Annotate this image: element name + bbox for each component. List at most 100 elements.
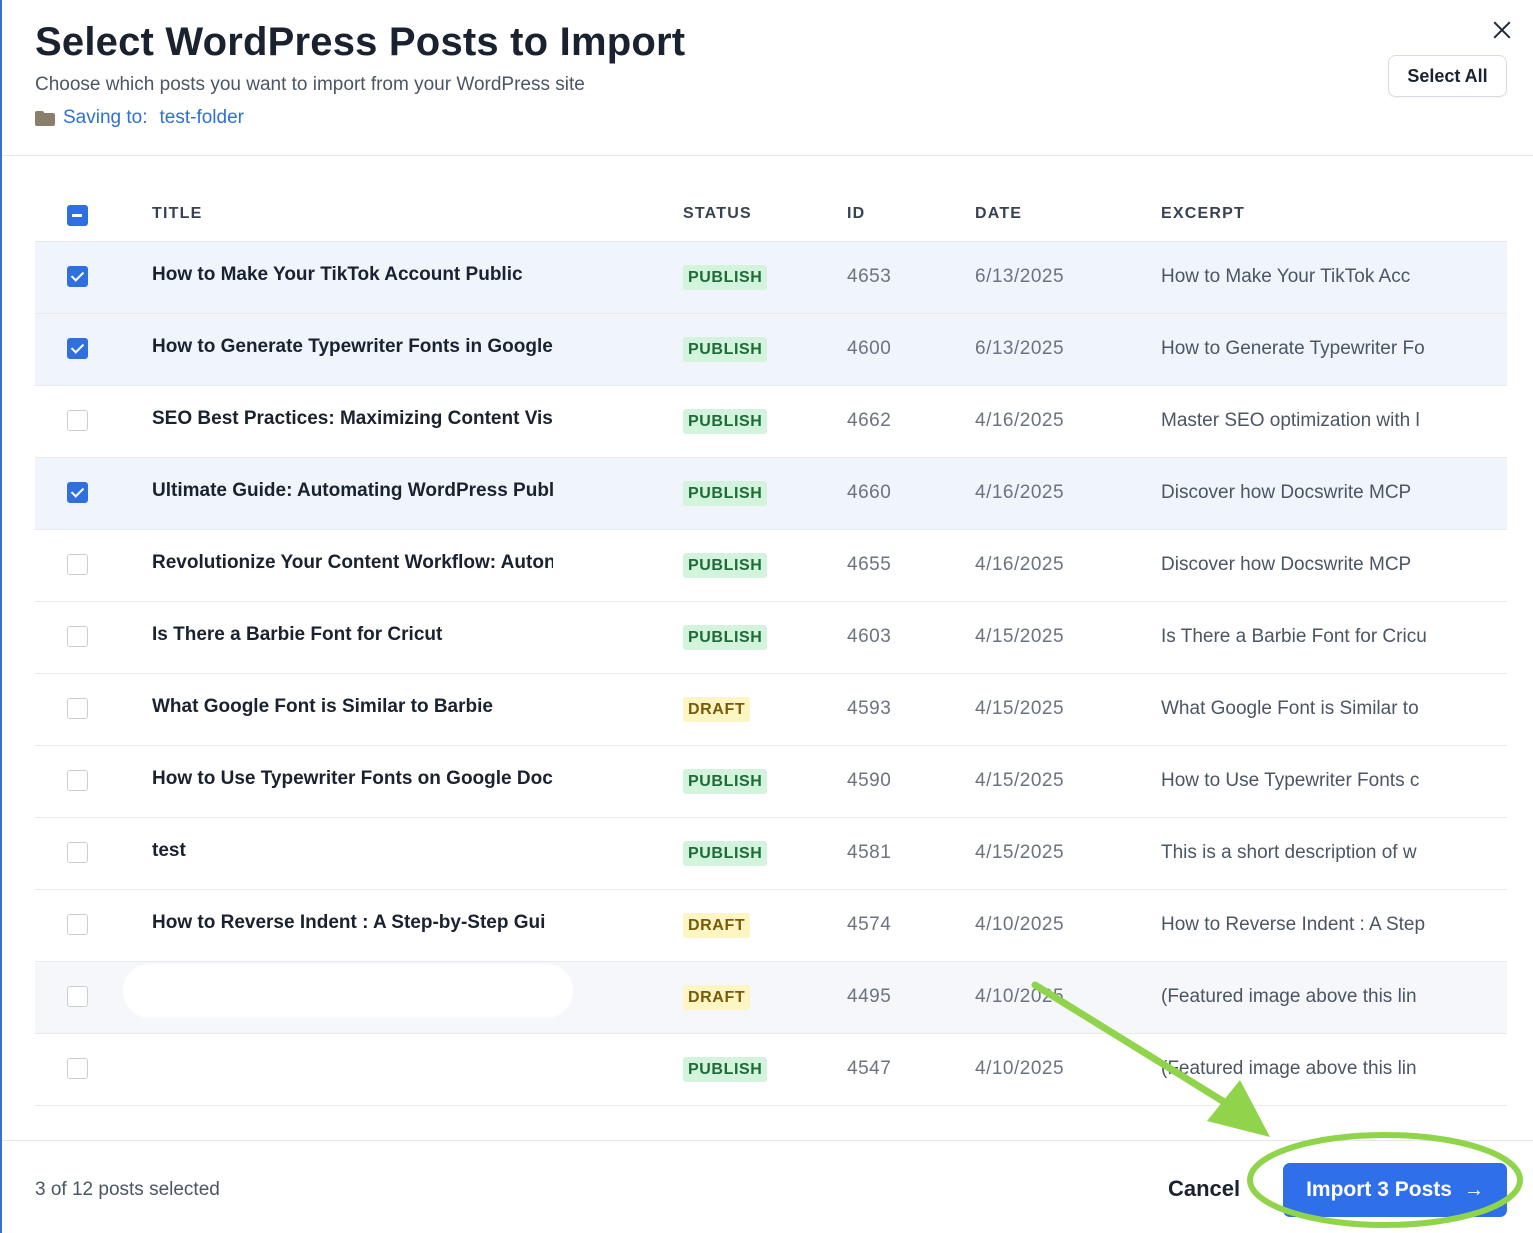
post-id: 4600 [847, 338, 892, 359]
table-row[interactable]: How to Reverse Indent : A Step-by-Step G… [35, 890, 1507, 962]
post-id: 4655 [847, 554, 892, 575]
folder-icon [35, 110, 55, 126]
table-row[interactable]: Ultimate Guide: Automating WordPress Pub… [35, 458, 1507, 530]
modal-footer: 3 of 12 posts selected Cancel Import 3 P… [2, 1140, 1533, 1233]
post-date: 4/10/2025 [975, 1058, 1065, 1079]
post-title: Is There a Barbie Font for Cricut [152, 624, 443, 645]
post-title: What Google Font is Similar to Barbie [152, 696, 493, 717]
arrow-right-icon: → [1463, 1179, 1484, 1201]
import-posts-button[interactable]: Import 3 Posts → [1283, 1163, 1507, 1217]
post-title: How to Generate Typewriter Fonts in Goog… [152, 336, 553, 357]
row-checkbox[interactable] [67, 986, 88, 1007]
post-id: 4653 [847, 266, 892, 287]
post-excerpt: Is There a Barbie Font for Cricu [1161, 626, 1427, 647]
table-row[interactable]: Is There a Barbie Font for Cricut PUBLISH… [35, 602, 1507, 674]
post-date: 4/16/2025 [975, 554, 1065, 575]
row-checkbox[interactable] [67, 914, 88, 935]
post-id: 4574 [847, 914, 892, 935]
post-excerpt: Discover how Docswrite MCP [1161, 554, 1412, 575]
post-excerpt: Master SEO optimization with l [1161, 410, 1420, 431]
status-badge: PUBLISH [683, 625, 768, 650]
selection-count: 3 of 12 posts selected [35, 1179, 220, 1200]
post-date: 4/15/2025 [975, 770, 1065, 791]
table-row[interactable]: PUBLISH 4547 4/10/2025 (Featured image abov… [35, 1034, 1507, 1106]
select-all-button[interactable]: Select All [1388, 55, 1507, 97]
close-icon[interactable] [1488, 16, 1516, 44]
post-excerpt: How to Use Typewriter Fonts c [1161, 770, 1420, 791]
post-excerpt: What Google Font is Similar to [1161, 698, 1419, 719]
post-date: 4/16/2025 [975, 410, 1065, 431]
row-checkbox[interactable] [67, 554, 88, 575]
post-date: 6/13/2025 [975, 338, 1065, 359]
status-badge: PUBLISH [683, 481, 768, 506]
post-id: 4590 [847, 770, 892, 791]
row-checkbox[interactable] [67, 338, 88, 359]
post-excerpt: This is a short description of w [1161, 842, 1417, 863]
table-row[interactable]: Revolutionize Your Content Workflow: Aut… [35, 530, 1507, 602]
status-badge: DRAFT [683, 913, 751, 938]
post-excerpt: How to Make Your TikTok Acc [1161, 266, 1411, 287]
table-row[interactable]: How to Make Your TikTok Account Public PU… [35, 242, 1507, 314]
status-badge: PUBLISH [683, 265, 768, 290]
status-badge: DRAFT [683, 985, 751, 1010]
folder-name: test-folder [159, 107, 244, 128]
table-row[interactable]: How to Generate Typewriter Fonts in Goog… [35, 314, 1507, 386]
row-checkbox[interactable] [67, 1058, 88, 1079]
post-date: 4/15/2025 [975, 698, 1065, 719]
posts-table: TITLE STATUS ID DATE EXCERPT How to Make… [35, 178, 1507, 1106]
table-row[interactable]: What Google Font is Similar to Barbie DRA… [35, 674, 1507, 746]
column-header-date: DATE [975, 205, 1023, 222]
status-badge: PUBLISH [683, 1057, 768, 1082]
post-id: 4581 [847, 842, 892, 863]
table-row[interactable]: How to Use Typewriter Fonts on Google Do… [35, 746, 1507, 818]
post-title: Revolutionize Your Content Workflow: Aut… [152, 552, 553, 573]
modal-subtitle: Choose which posts you want to import fr… [35, 74, 585, 95]
import-posts-modal: Select WordPress Posts to Import Choose … [0, 0, 1533, 1233]
table-row[interactable]: SEO Best Practices: Maximizing Content V… [35, 386, 1507, 458]
status-badge: PUBLISH [683, 409, 768, 434]
post-date: 4/10/2025 [975, 986, 1065, 1007]
column-header-title: TITLE [152, 205, 203, 222]
post-date: 6/13/2025 [975, 266, 1065, 287]
row-checkbox[interactable] [67, 770, 88, 791]
post-date: 4/16/2025 [975, 482, 1065, 503]
post-excerpt: How to Generate Typewriter Fo [1161, 338, 1425, 359]
column-header-id: ID [847, 205, 866, 222]
post-date: 4/15/2025 [975, 626, 1065, 647]
status-badge: PUBLISH [683, 553, 768, 578]
table-row[interactable]: test PUBLISH 4581 4/15/2025 This is a short … [35, 818, 1507, 890]
post-excerpt: (Featured image above this lin [1161, 1058, 1417, 1079]
modal-header: Select WordPress Posts to Import Choose … [2, 0, 1533, 156]
post-excerpt: Discover how Docswrite MCP [1161, 482, 1412, 503]
post-id: 4662 [847, 410, 892, 431]
post-id: 4660 [847, 482, 892, 503]
post-date: 4/10/2025 [975, 914, 1065, 935]
post-excerpt: How to Reverse Indent : A Step [1161, 914, 1426, 935]
status-badge: PUBLISH [683, 769, 768, 794]
table-body: How to Make Your TikTok Account Public PU… [35, 242, 1507, 1106]
row-checkbox[interactable] [67, 626, 88, 647]
post-id: 4547 [847, 1058, 892, 1079]
row-checkbox[interactable] [67, 266, 88, 287]
row-checkbox[interactable] [67, 842, 88, 863]
status-badge: PUBLISH [683, 841, 768, 866]
post-title: How to Make Your TikTok Account Public [152, 264, 523, 285]
column-header-status: STATUS [683, 205, 752, 222]
post-id: 4495 [847, 986, 892, 1007]
post-date: 4/15/2025 [975, 842, 1065, 863]
post-title: test [152, 840, 186, 861]
row-checkbox[interactable] [67, 482, 88, 503]
saving-label: Saving to: [63, 107, 148, 128]
redaction-mark [123, 964, 573, 1018]
cancel-button[interactable]: Cancel [1168, 1176, 1240, 1202]
post-title: How to Reverse Indent : A Step-by-Step G… [152, 912, 546, 933]
post-title: SEO Best Practices: Maximizing Content V… [152, 408, 553, 429]
table-row[interactable]: DRAFT 4495 4/10/2025 (Featured image above … [35, 962, 1507, 1034]
post-id: 4593 [847, 698, 892, 719]
row-checkbox[interactable] [67, 698, 88, 719]
row-checkbox[interactable] [67, 410, 88, 431]
post-id: 4603 [847, 626, 892, 647]
select-all-checkbox[interactable] [67, 205, 88, 226]
import-button-label: Import 3 Posts [1306, 1178, 1452, 1201]
post-title: How to Use Typewriter Fonts on Google Do… [152, 768, 553, 789]
